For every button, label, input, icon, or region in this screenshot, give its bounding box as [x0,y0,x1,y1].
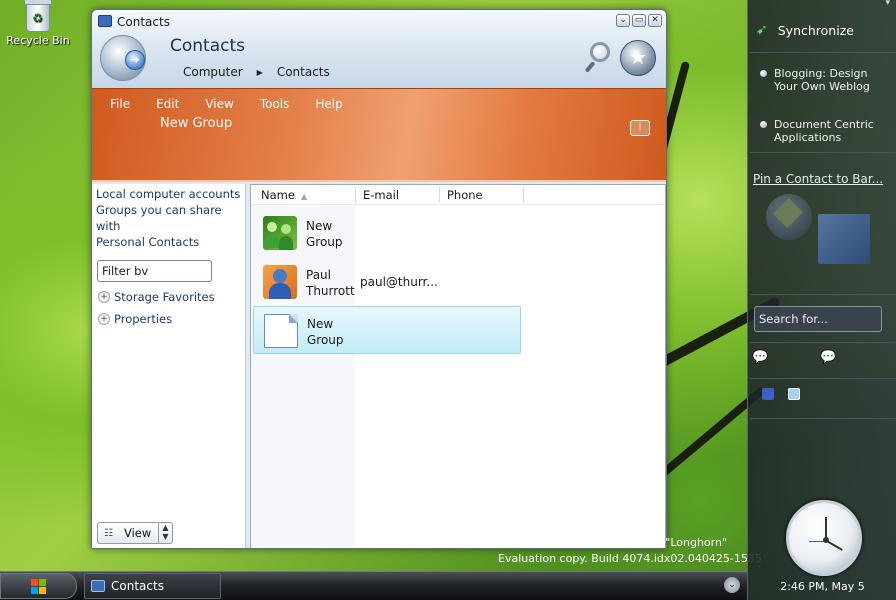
trash-icon [24,0,52,32]
close-button[interactable]: ✕ [648,14,662,27]
bullet-icon [760,121,767,128]
list-item[interactable]: New Group [253,209,521,257]
pin-contact-link[interactable]: Pin a Contact to Bar... [753,172,883,186]
window-titlebar[interactable]: Contacts ⌄ ▭ ✕ ➜ Contacts Computer ▶ Con… [92,10,666,88]
contacts-list: Name ▲ E-mail Phone New Group Paul Thurro… [250,184,666,548]
sidebar-item-blogging[interactable]: Blogging: Design Your Own Weblog [760,67,886,93]
column-email[interactable]: E-mail [363,188,399,202]
navigation-pane: Local computer accounts Groups you can s… [92,184,246,548]
menu-bar: File Edit View Tools Help [110,97,369,111]
magnifier-icon [590,42,610,62]
tray-expand-icon[interactable]: ⌄ [724,577,740,593]
filter-input[interactable]: Filter bv [97,260,212,282]
menu-tools[interactable]: Tools [260,97,290,111]
recycle-bin-label: Recycle Bin [6,34,70,47]
taskbar-item-label: Contacts [111,579,164,593]
new-group-task[interactable]: New Group [160,116,232,131]
list-item[interactable]: Paul Thurrott paul@thurr... [253,258,521,306]
sort-ascending-icon: ▲ [300,192,308,201]
view-button[interactable]: ☷ View ▲ ▼ [97,522,173,544]
bullet-icon [760,70,767,77]
contacts-window[interactable]: Contacts ⌄ ▭ ✕ ➜ Contacts Computer ▶ Con… [91,9,667,549]
group-icon [263,216,297,250]
watermark-longhorn: e "Longhorn" [655,536,728,549]
taskbar-item-contacts[interactable]: Contacts [84,573,221,599]
contact-email: paul@thurr... [360,275,438,289]
chat-bubbles-icon[interactable]: 💬 [752,350,768,365]
menu-view[interactable]: View [205,97,233,111]
sidebar-menu-arrow[interactable] [748,0,896,10]
info-icon[interactable]: i [630,120,650,136]
list-item-selected[interactable]: New Group [253,306,521,354]
start-button[interactable] [0,573,77,599]
breadcrumb-contacts[interactable]: Contacts [277,65,330,79]
sync-icon: ➹ [756,22,768,38]
back-button[interactable]: ➜ [100,35,146,81]
minimize-button[interactable]: ⌄ [616,14,630,27]
breadcrumb: Computer ▶ Contacts [183,65,330,79]
chevron-right-icon[interactable]: ▶ [257,68,263,77]
sidebar-item-document-centric[interactable]: Document Centric Applications [760,118,886,144]
sync-label: Synchronize [777,22,854,38]
chat-bubbles-icon[interactable]: 💬 [820,350,836,365]
favorites-star-button[interactable]: ★ [620,40,656,76]
menu-help[interactable]: Help [315,97,342,111]
tree-item-storage-favorites[interactable]: + Storage Favorites [98,290,245,304]
sidebar-search-input[interactable]: Search for... [754,306,882,332]
breadcrumb-computer[interactable]: Computer [183,65,243,79]
column-phone[interactable]: Phone [447,188,483,202]
command-area: File Edit View Tools Help New Group i [92,88,666,182]
contact-name: Paul Thurrott [306,268,355,298]
taskbar: Contacts ⌄ [0,571,747,600]
menu-file[interactable]: File [110,97,130,111]
search-button[interactable] [584,40,616,76]
mailbox-icon [818,214,870,264]
column-name[interactable]: Name ▲ [261,188,307,202]
contacts-app-icon [98,15,112,27]
local-accounts-link[interactable]: Local computer accounts [92,186,245,202]
network-icon[interactable] [762,388,774,400]
synchronize-tile[interactable]: ➹ Synchronize [756,22,854,38]
sidebar: ➹ Synchronize Blogging: Design Your Own … [747,0,896,600]
contact-name: New Group [307,317,344,347]
windows-logo-icon [31,579,47,595]
document-icon [264,314,298,348]
tree-label: Properties [114,312,173,326]
menu-edit[interactable]: Edit [156,97,179,111]
forward-arrow-icon[interactable]: ➜ [125,50,145,70]
personal-contacts-link[interactable]: Personal Contacts [92,234,245,250]
column-header-row: Name ▲ E-mail Phone [251,185,665,205]
tree-item-properties[interactable]: + Properties [98,312,245,326]
expand-icon[interactable]: + [98,291,110,303]
gem-icon [766,194,812,240]
clock-time-text: 2:46 PM, May 5 [780,580,865,593]
view-spinner[interactable]: ▲ ▼ [158,523,172,543]
view-button-label: View [124,526,152,540]
contact-tile-art [766,192,874,268]
recycle-bin-icon[interactable]: Recycle Bin [6,0,70,47]
page-title: Contacts [170,36,245,56]
watermark-build: Evaluation copy. Build 4074.idx02.040425… [498,552,762,565]
expand-icon[interactable]: + [98,313,110,325]
window-title: Contacts [117,15,170,29]
shared-groups-link[interactable]: Groups you can share with [92,202,245,234]
maximize-button[interactable]: ▭ [632,14,646,27]
view-list-icon: ☷ [104,527,113,539]
contacts-app-icon [91,580,105,592]
tree-label: Storage Favorites [114,290,215,304]
contact-icon [263,265,297,299]
contact-name: New Group [306,219,343,249]
analog-clock[interactable] [786,500,862,576]
notes-icon[interactable] [788,388,800,400]
